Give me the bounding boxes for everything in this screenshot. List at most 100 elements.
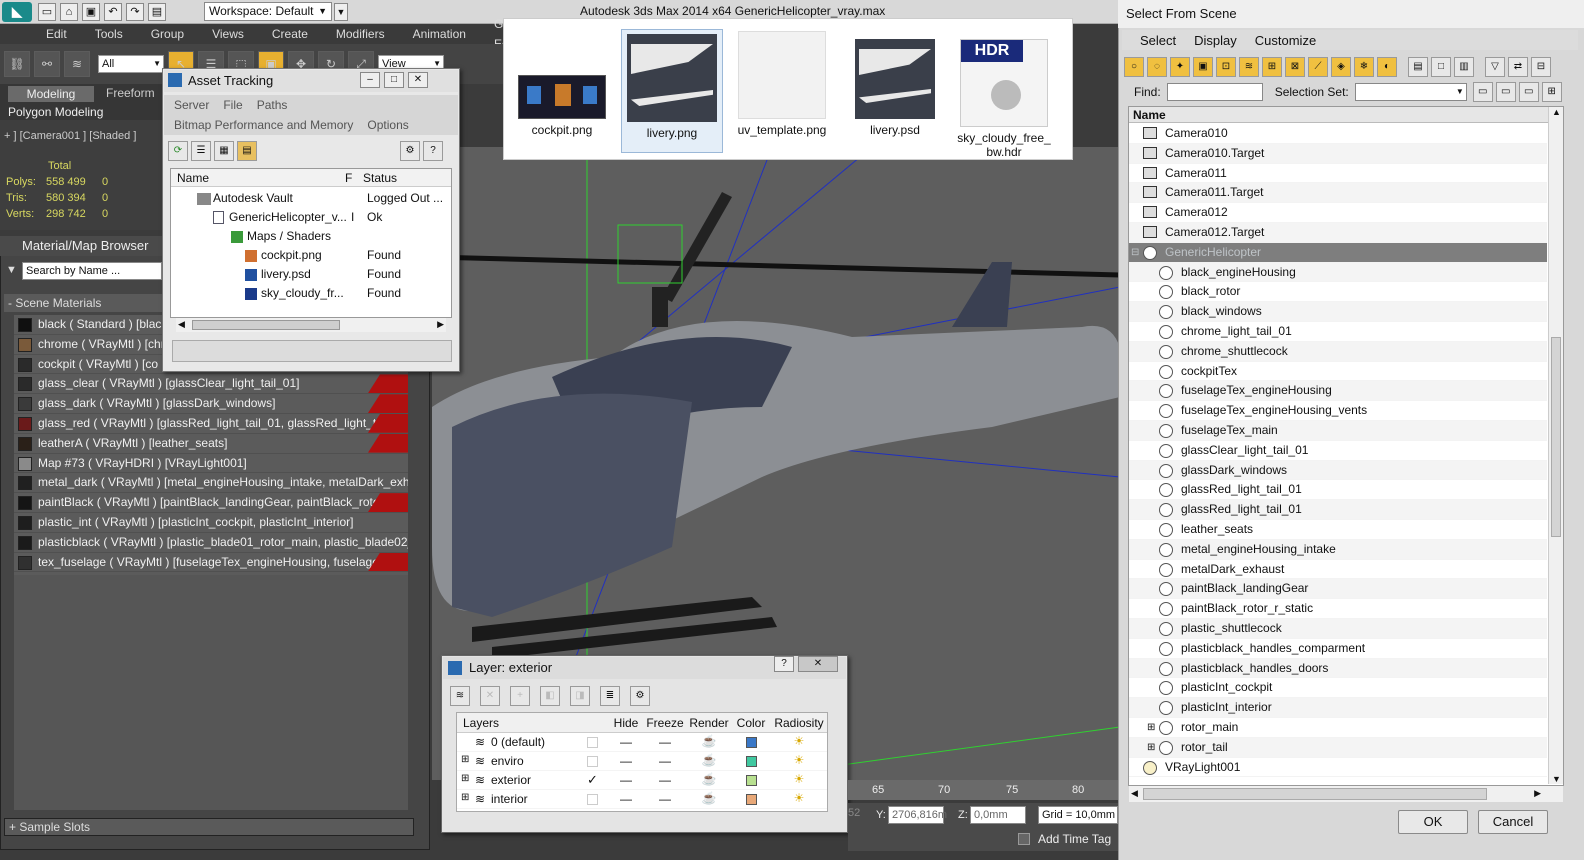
current-layer-checkbox[interactable] <box>587 794 598 805</box>
radiosity-icon[interactable]: ☀ <box>771 734 827 748</box>
open-file-icon[interactable]: ⌂ <box>60 3 78 21</box>
display-frozen-icon[interactable]: ❄ <box>1354 57 1374 77</box>
display-all-icon[interactable]: ▤ <box>1408 57 1428 77</box>
list-item[interactable]: tex_fuselage ( VRayMtl ) [fuselageTex_en… <box>14 552 408 573</box>
menu-bitmap-performance[interactable]: Bitmap Performance and Memory <box>174 118 353 132</box>
undo-icon[interactable]: ↶ <box>104 3 122 21</box>
render-teapot-icon[interactable]: ☕ <box>687 734 731 748</box>
table-row[interactable]: livery.psd Found <box>171 265 451 284</box>
close-icon[interactable]: ✕ <box>798 656 838 672</box>
remove-selection-set-icon[interactable]: ▭ <box>1518 82 1539 102</box>
list-item[interactable]: plasticblack ( VRayMtl ) [plastic_blade0… <box>14 533 408 553</box>
radiosity-icon[interactable]: ☀ <box>771 753 827 767</box>
list-item[interactable]: ⊞ rotor_main <box>1129 718 1547 738</box>
save-icon[interactable]: ▣ <box>82 3 100 21</box>
z-coordinate-field[interactable]: 0,0mm <box>970 806 1026 824</box>
list-item[interactable]: leather_seats <box>1129 520 1547 540</box>
display-none-icon[interactable]: □ <box>1431 57 1451 77</box>
display-invert-icon[interactable]: ▥ <box>1454 57 1474 77</box>
render-teapot-icon[interactable]: ☕ <box>687 772 731 786</box>
display-shapes-icon[interactable]: ◌ <box>1147 57 1167 77</box>
list-item[interactable]: glassDark_windows <box>1129 460 1547 481</box>
menu-create[interactable]: Create <box>272 24 308 44</box>
vault-connect-icon[interactable]: ⚙ <box>400 141 420 161</box>
table-row[interactable]: sky_cloudy_fr... Found <box>171 284 451 303</box>
col-freeze[interactable]: Freeze <box>645 716 685 730</box>
menu-customize[interactable]: Customize <box>1255 33 1316 48</box>
menu-edit[interactable]: Edit <box>46 24 67 44</box>
layer-row[interactable]: ⊞ ≋ enviro — — ☕ ☀ <box>457 752 827 771</box>
menu-animation[interactable]: Animation <box>413 24 466 44</box>
list-item[interactable]: paintBlack_landingGear <box>1129 579 1547 600</box>
menu-file[interactable]: File <box>223 98 242 112</box>
radiosity-icon[interactable]: ☀ <box>771 791 827 805</box>
list-item[interactable]: Camera010 <box>1129 124 1547 144</box>
layer-color-swatch[interactable] <box>746 756 757 767</box>
menu-modifiers[interactable]: Modifiers <box>336 24 385 44</box>
timeline-ruler[interactable]: 65 70 75 80 <box>848 780 1120 800</box>
table-row[interactable]: GenericHelicopter_v... I Ok <box>171 208 451 227</box>
close-icon[interactable]: ✕ <box>408 72 428 88</box>
y-coordinate-field[interactable]: 2706,816m <box>888 806 947 824</box>
list-item[interactable]: metal_engineHousing_intake <box>1129 539 1547 560</box>
expand-icon[interactable]: ⊞ <box>1147 738 1155 758</box>
col-status-header[interactable]: Status <box>363 171 397 185</box>
list-item[interactable]: paintBlack_rotor_r_static <box>1129 599 1547 619</box>
thumbnail-uv-template[interactable]: uv_template.png <box>734 31 830 137</box>
polygon-modeling-panel[interactable]: Polygon Modeling <box>8 105 103 119</box>
freeze-toggle[interactable]: — <box>645 773 685 787</box>
list-item[interactable]: black_engineHousing <box>1129 262 1547 283</box>
filter-icon[interactable]: ▽ <box>1485 57 1505 77</box>
render-teapot-icon[interactable]: ☕ <box>687 791 731 805</box>
table-row[interactable]: Autodesk Vault Logged Out ... <box>171 189 451 208</box>
list-item[interactable]: fuselageTex_engineHousing <box>1129 381 1547 402</box>
list-item[interactable]: metalDark_exhaust <box>1129 560 1547 580</box>
menu-select[interactable]: Select <box>1140 33 1176 48</box>
time-tag-icon[interactable] <box>1018 833 1030 845</box>
menu-paths[interactable]: Paths <box>257 98 288 112</box>
freeze-toggle[interactable]: — <box>645 735 685 749</box>
display-xrefs-icon[interactable]: ⊠ <box>1285 57 1305 77</box>
list-item[interactable]: ⊞ rotor_tail <box>1129 737 1547 758</box>
list-item[interactable]: fuselageTex_engineHousing_vents <box>1129 401 1547 421</box>
ok-button[interactable]: OK <box>1398 810 1468 834</box>
scroll-down-icon[interactable]: ▼ <box>1552 774 1561 784</box>
scroll-thumb[interactable] <box>1143 788 1487 800</box>
redo-icon[interactable]: ↷ <box>126 3 144 21</box>
thumbnail-cockpit[interactable]: cockpit.png <box>514 75 610 137</box>
display-helpers-icon[interactable]: ⊡ <box>1216 57 1236 77</box>
display-cameras-icon[interactable]: ▣ <box>1193 57 1213 77</box>
list-item[interactable]: paintBlack ( VRayMtl ) [paintBlack_landi… <box>14 493 408 513</box>
col-name-header[interactable]: Name <box>171 171 345 185</box>
app-logo-icon[interactable]: ◣ <box>2 2 32 22</box>
expand-icon[interactable]: ⊞ <box>461 773 469 784</box>
filter-icon[interactable]: ▼ <box>6 264 17 276</box>
highlight-layer-icon[interactable]: ◨ <box>570 686 590 706</box>
display-containers-icon[interactable]: ◈ <box>1331 57 1351 77</box>
display-lights-icon[interactable]: ✦ <box>1170 57 1190 77</box>
list-item[interactable]: Camera011 <box>1129 164 1547 184</box>
freeze-toggle[interactable]: — <box>645 792 685 806</box>
unlink-icon[interactable]: ⚯ <box>34 51 60 77</box>
layer-color-swatch[interactable] <box>746 775 757 786</box>
list-item[interactable]: VRayLight001 <box>1129 758 1547 778</box>
expand-icon[interactable]: ⊞ <box>461 754 469 765</box>
hide-all-icon[interactable]: ≣ <box>600 686 620 706</box>
sync-selection-icon[interactable]: ⇄ <box>1508 57 1528 77</box>
menu-group[interactable]: Group <box>151 24 184 44</box>
hide-toggle[interactable]: — <box>609 754 643 768</box>
workspace-menu-icon[interactable]: ▼ <box>334 3 348 21</box>
selection-set-dropdown[interactable]: ▼ <box>1354 83 1467 101</box>
layer-row[interactable]: ≋ 0 (default) — — ☕ ☀ <box>457 733 827 752</box>
list-item[interactable]: plasticblack_handles_doors <box>1129 658 1547 679</box>
scroll-left-icon[interactable]: ◀ <box>178 319 185 330</box>
tab-freeform[interactable]: Freeform <box>106 86 155 100</box>
col-name-header[interactable]: Name <box>1129 107 1551 123</box>
asset-horizontal-scrollbar[interactable]: ◀ ▶ <box>176 318 446 332</box>
expand-icon[interactable]: ⊞ <box>1147 718 1155 738</box>
hide-toggle[interactable]: — <box>609 792 643 806</box>
display-spacewarps-icon[interactable]: ≋ <box>1239 57 1259 77</box>
thumbnail-view-icon[interactable]: ▦ <box>214 141 234 161</box>
list-item[interactable]: plastic_shuttlecock <box>1129 618 1547 639</box>
current-layer-checkbox[interactable] <box>587 737 598 748</box>
